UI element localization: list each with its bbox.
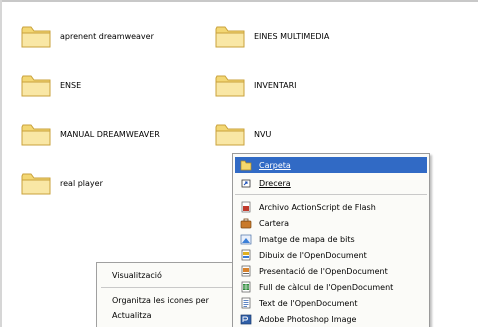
submenu-item-actionscript[interactable]: Archivo ActionScript de Flash [235,199,427,215]
folder-icon [240,159,252,171]
submenu-item-label: Carpeta [259,160,291,170]
menu-separator [101,287,241,288]
submenu-item-label: Full de càlcul de l'OpenDocument [259,282,394,292]
menu-item-label: Organitza les icones per [112,295,209,305]
menu-separator [235,194,427,195]
folder-name: real player [60,178,103,188]
submenu-item-label: Archivo ActionScript de Flash [259,202,376,212]
opendocument-spreadsheet-icon [240,281,252,293]
actionscript-file-icon [240,201,252,213]
folder-name: NVU [254,129,272,139]
submenu-item-label: Drecera [259,178,291,188]
submenu-item-shortcut[interactable]: Drecera [235,175,427,191]
desktop-window-content: aprenent dreamweaver EINES MULTIMEDIA EN… [0,0,478,327]
bitmap-image-icon [240,233,252,245]
submenu-item-od-presentation[interactable]: Presentació de l'OpenDocument [235,263,427,279]
opendocument-text-icon [240,297,252,309]
folder-item[interactable]: aprenent dreamweaver [20,23,154,49]
folder-name: MANUAL DREAMWEAVER [60,129,160,139]
folder-icon [214,23,246,49]
folder-name: ENSE [60,80,82,90]
submenu-item-od-drawing[interactable]: Dibuix de l'OpenDocument [235,247,427,263]
folder-item[interactable]: NVU [214,121,271,147]
menu-item-refresh[interactable]: Actualitza [97,307,245,323]
submenu-item-folder[interactable]: Carpeta [235,157,427,173]
new-submenu: Carpeta Drecera Archivo ActionScript de … [232,153,430,327]
opendocument-drawing-icon [240,249,252,261]
menu-item-arrange-icons[interactable]: Organitza les icones per [97,292,245,308]
submenu-item-label: Adobe Photoshop Image [259,314,357,324]
folder-icon [20,23,52,49]
window-top-border [0,0,478,2]
submenu-item-label: Presentació de l'OpenDocument [259,266,388,276]
folder-icon [20,170,52,196]
folder-name: EINES MULTIMEDIA [254,31,330,41]
folder-item[interactable]: ENSE [20,72,81,98]
folder-icon [20,121,52,147]
folder-item[interactable]: real player [20,170,103,196]
menu-item-label: Visualització [112,270,162,280]
menu-item-view[interactable]: Visualització [97,267,245,283]
submenu-item-od-spreadsheet[interactable]: Full de càlcul de l'OpenDocument [235,279,427,295]
desktop-context-menu: Visualització Organitza les icones per A… [96,262,246,327]
briefcase-icon [240,217,252,229]
submenu-item-label: Imatge de mapa de bits [259,234,355,244]
folder-item[interactable]: EINES MULTIMEDIA [214,23,329,49]
folder-item[interactable]: MANUAL DREAMWEAVER [20,121,160,147]
opendocument-presentation-icon [240,265,252,277]
folder-name: INVENTARI [254,80,297,90]
folder-icon [214,72,246,98]
submenu-item-bitmap[interactable]: Imatge de mapa de bits [235,231,427,247]
folder-item[interactable]: INVENTARI [214,72,297,98]
shortcut-icon [240,177,252,189]
submenu-item-briefcase[interactable]: Cartera [235,215,427,231]
folder-icon [214,121,246,147]
photoshop-image-icon [240,313,252,325]
menu-item-label: Actualitza [112,310,152,320]
folder-icon [20,72,52,98]
submenu-item-label: Dibuix de l'OpenDocument [259,250,367,260]
folder-name: aprenent dreamweaver [60,31,154,41]
submenu-item-label: Cartera [259,218,290,228]
submenu-item-photoshop[interactable]: Adobe Photoshop Image [235,311,427,327]
window-left-border [0,0,2,327]
submenu-item-label: Text de l'OpenDocument [259,298,358,308]
submenu-item-od-text[interactable]: Text de l'OpenDocument [235,295,427,311]
